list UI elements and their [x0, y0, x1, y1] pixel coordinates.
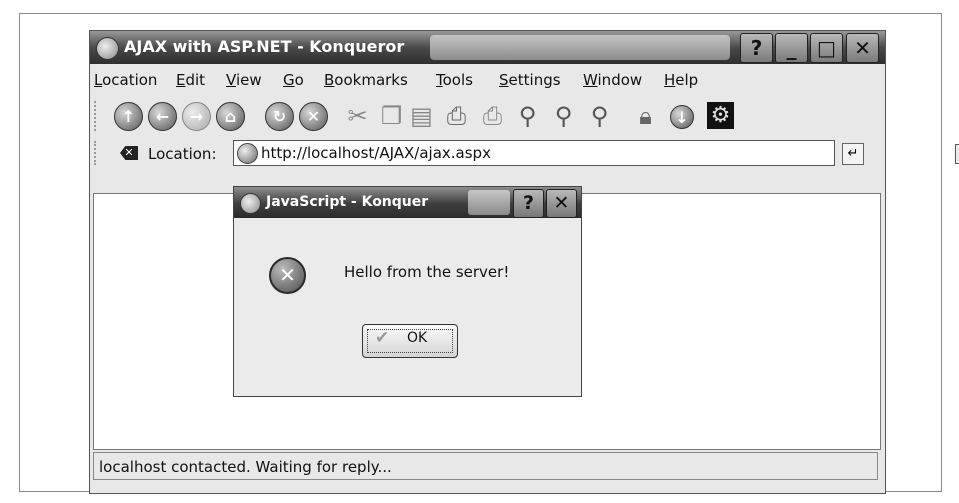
toolbar-grip[interactable]	[94, 101, 102, 131]
menu-tools[interactable]: Tools	[436, 71, 473, 89]
checkmark-icon: ✔	[375, 328, 390, 348]
menu-location[interactable]: Location	[94, 71, 157, 89]
menu-location-mnemonic: L	[94, 71, 103, 89]
stop-icon[interactable]: ✕	[299, 102, 328, 131]
location-toolbar: ✕ Location: http://localhost/AJAX/ajax.a…	[90, 137, 959, 169]
titlebar-decoration	[430, 35, 730, 60]
cut-icon[interactable]: ✂	[344, 102, 371, 130]
menu-go-label: o	[294, 71, 304, 89]
download-icon[interactable]: ↓	[670, 105, 694, 129]
security-lock-icon[interactable]: 🔒︎	[632, 102, 659, 130]
menu-tools-mnemonic: T	[436, 71, 443, 89]
menu-go-mnemonic: G	[283, 71, 295, 89]
print-frame-icon[interactable]: ⎙	[479, 102, 506, 130]
konqueror-app-icon[interactable]	[96, 37, 119, 60]
clear-location-icon[interactable]: ✕	[120, 146, 138, 160]
forward-icon[interactable]: →	[182, 102, 211, 131]
dialog-message: Hello from the server!	[344, 263, 510, 281]
menu-location-label: ocation	[102, 71, 158, 89]
menu-help[interactable]: Help	[664, 71, 698, 89]
menu-settings-mnemonic: S	[499, 71, 509, 89]
site-favicon-icon	[237, 143, 258, 164]
menu-help-label: elp	[675, 71, 699, 89]
ok-button[interactable]: ✔ OK	[362, 324, 458, 358]
menu-window-label: indow	[597, 71, 643, 89]
dialog-title: JavaScript - Konquer	[266, 194, 429, 210]
close-button[interactable]: ✕	[846, 33, 879, 63]
window-title: AJAX with ASP.NET - Konqueror	[124, 37, 405, 56]
menu-settings-label: ettings	[508, 71, 561, 89]
zoom-out-icon[interactable]: ⚲	[586, 102, 613, 130]
konqueror-gear-icon[interactable]: ⚙	[707, 102, 734, 129]
error-icon: ✕	[269, 257, 306, 294]
menu-view[interactable]: View	[226, 71, 262, 89]
ok-button-label: OK	[407, 330, 428, 346]
url-field[interactable]: http://localhost/AJAX/ajax.aspx ▾	[233, 140, 959, 166]
dialog-titlebar[interactable]: JavaScript - Konquer ? ✕	[234, 187, 581, 218]
up-icon[interactable]: ↑	[114, 102, 143, 131]
print-icon[interactable]: ⎙	[443, 102, 470, 130]
go-button[interactable]: ↵	[842, 143, 864, 165]
location-toolbar-grip[interactable]	[94, 141, 102, 165]
url-dropdown-button[interactable]: ▾	[955, 144, 959, 164]
status-bar: localhost contacted. Waiting for reply..…	[93, 452, 878, 480]
status-text: localhost contacted. Waiting for reply..…	[99, 458, 392, 476]
reload-icon[interactable]: ↻	[265, 102, 294, 131]
menu-view-mnemonic: V	[226, 71, 236, 89]
menu-bookmarks[interactable]: Bookmarks	[324, 71, 408, 89]
main-toolbar: ↑ ← → ⌂ ↻ ✕ ✂ ❐ ▤ ⎙ ⎙ ⚲ ⚲ ⚲ 🔒︎ ↓ ⚙	[90, 95, 885, 135]
menu-window[interactable]: Window	[583, 71, 642, 89]
url-text[interactable]: http://localhost/AJAX/ajax.aspx	[261, 144, 491, 162]
dialog-titlebar-decoration	[468, 190, 510, 215]
back-icon[interactable]: ←	[148, 102, 177, 131]
javascript-alert-dialog: JavaScript - Konquer ? ✕ ✕ Hello from th…	[233, 186, 582, 397]
menu-go[interactable]: Go	[283, 71, 304, 89]
copy-icon[interactable]: ❐	[378, 102, 405, 130]
menu-settings[interactable]: Settings	[499, 71, 561, 89]
zoom-icon[interactable]: ⚲	[514, 102, 541, 130]
zoom-in-icon[interactable]: ⚲	[550, 102, 577, 130]
location-label: Location:	[148, 145, 217, 163]
home-icon[interactable]: ⌂	[216, 102, 245, 131]
menu-bookmarks-label: ookmarks	[334, 71, 408, 89]
maximize-button[interactable]: □	[810, 33, 843, 63]
menu-tools-label: ools	[442, 71, 473, 89]
minimize-button[interactable]: _	[775, 33, 808, 63]
menu-edit-label: dit	[185, 71, 206, 89]
dialog-help-button[interactable]: ?	[513, 189, 544, 218]
menu-window-mnemonic: W	[583, 71, 598, 89]
menubar: Location Edit View Go Bookmarks Tools Se…	[90, 66, 885, 92]
menu-edit[interactable]: Edit	[176, 71, 205, 89]
menu-help-mnemonic: H	[664, 71, 676, 89]
help-button[interactable]: ?	[740, 33, 773, 63]
menu-view-label: iew	[235, 71, 262, 89]
dialog-close-button[interactable]: ✕	[546, 189, 577, 218]
dialog-app-icon[interactable]	[240, 193, 261, 214]
window-titlebar[interactable]: AJAX with ASP.NET - Konqueror ? _ □ ✕	[90, 31, 885, 64]
menu-bookmarks-mnemonic: B	[324, 71, 335, 89]
paste-icon[interactable]: ▤	[408, 102, 435, 130]
